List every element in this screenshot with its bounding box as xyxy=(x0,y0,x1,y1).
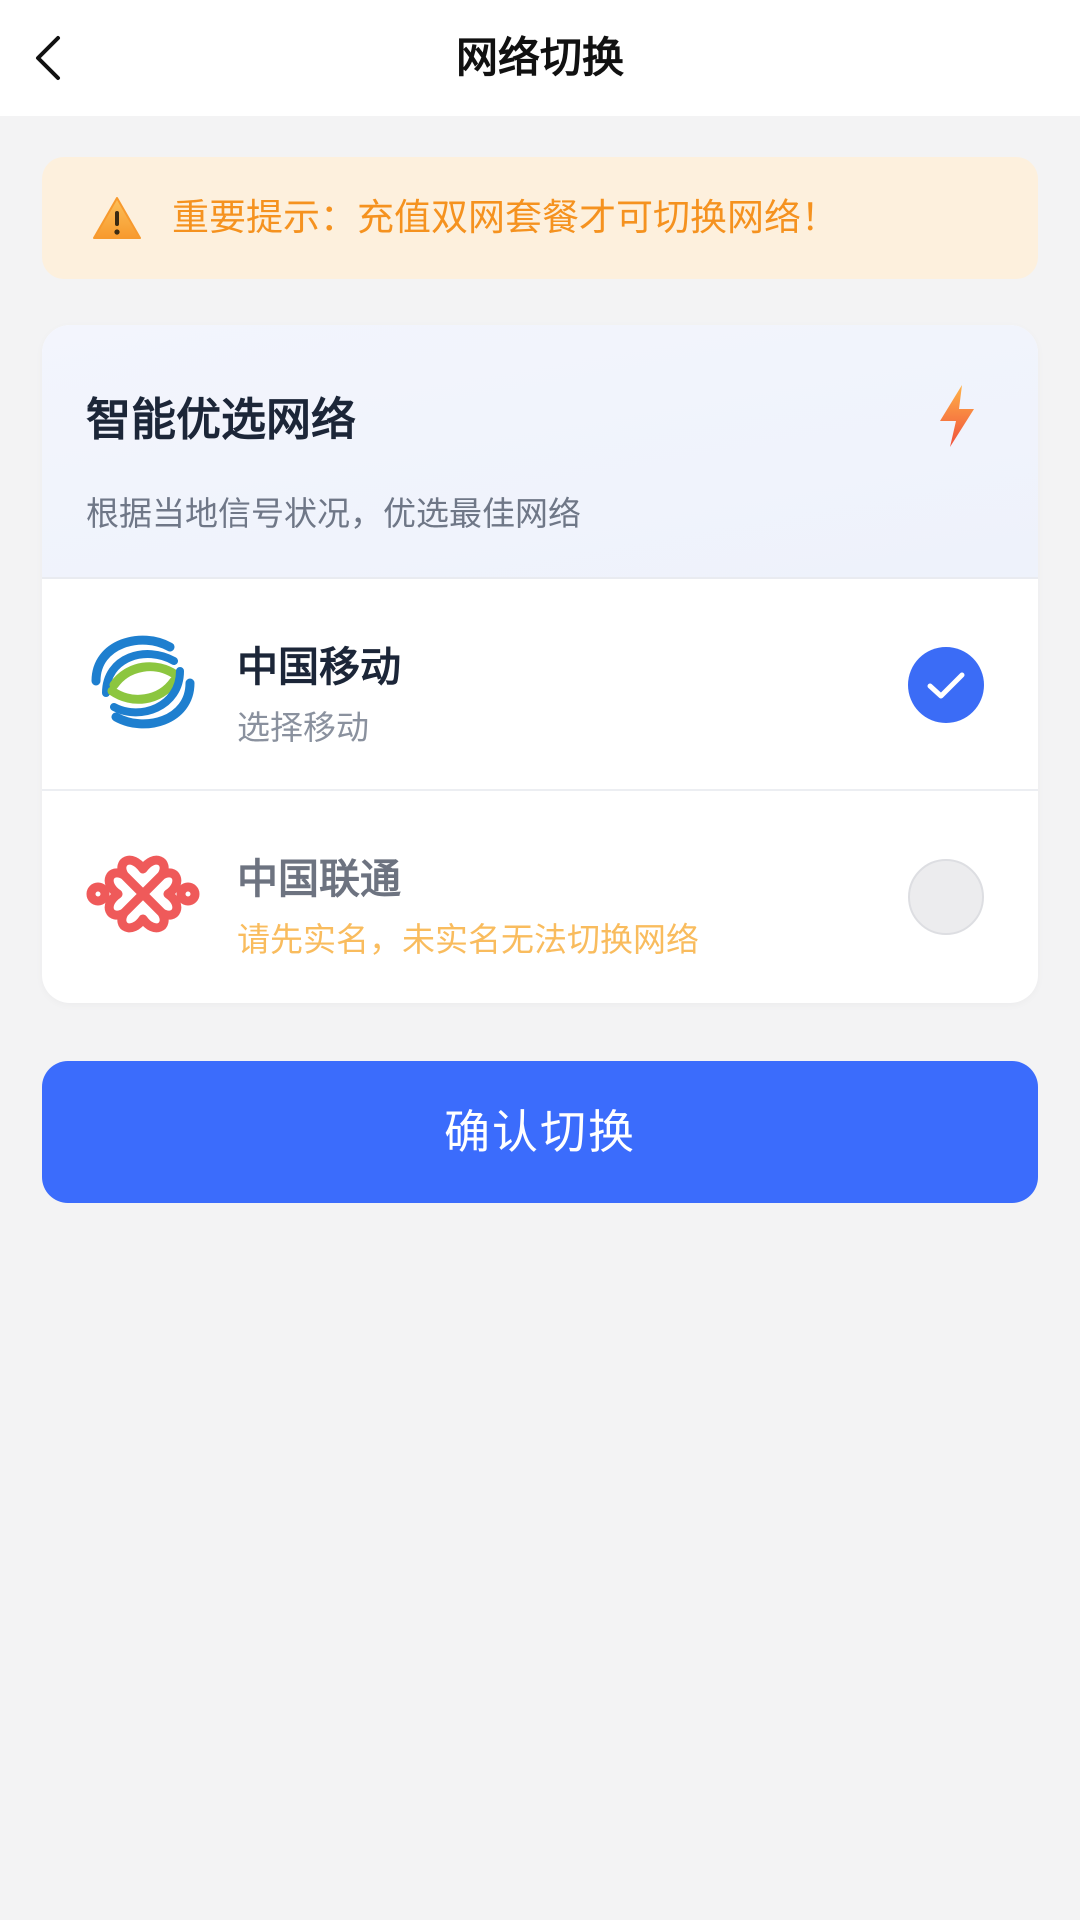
china-mobile-logo xyxy=(91,635,195,729)
operator-subtitle: 选择移动 xyxy=(237,708,369,747)
operator-row-china-mobile[interactable]: 中国移动 选择移动 xyxy=(42,579,1038,791)
top-bar: 网络切换 xyxy=(0,0,1080,116)
important-notice-banner: 重要提示：充值双网套餐才可切换网络！ xyxy=(42,157,1038,279)
page-title: 网络切换 xyxy=(455,33,624,82)
operator-name: 中国联通 xyxy=(237,855,401,903)
selected-radio[interactable] xyxy=(908,647,984,723)
operator-name: 中国移动 xyxy=(237,643,401,691)
operator-row-china-unicom[interactable]: 中国联通 请先实名，未实名无法切换网络 xyxy=(42,791,1038,1003)
china-unicom-logo xyxy=(86,855,200,933)
smart-network-section[interactable]: 智能优选网络 根据当地信号状况，优选最佳网络 xyxy=(42,325,1038,579)
notice-text: 重要提示：充值双网套餐才可切换网络！ xyxy=(172,196,838,239)
smart-network-description: 根据当地信号状况，优选最佳网络 xyxy=(86,494,581,533)
unselected-radio[interactable] xyxy=(908,859,984,935)
confirm-switch-button[interactable]: 确认切换 xyxy=(42,1061,1038,1203)
lightning-bolt-icon xyxy=(940,385,974,447)
warning-icon xyxy=(93,197,141,239)
smart-network-title: 智能优选网络 xyxy=(86,393,357,446)
network-select-card: 智能优选网络 根据当地信号状况，优选最佳网络 中国移动 选择移动 中国联通 请先… xyxy=(42,325,1038,1003)
checkmark-icon xyxy=(927,672,965,699)
operator-subtitle: 请先实名，未实名无法切换网络 xyxy=(237,920,699,959)
